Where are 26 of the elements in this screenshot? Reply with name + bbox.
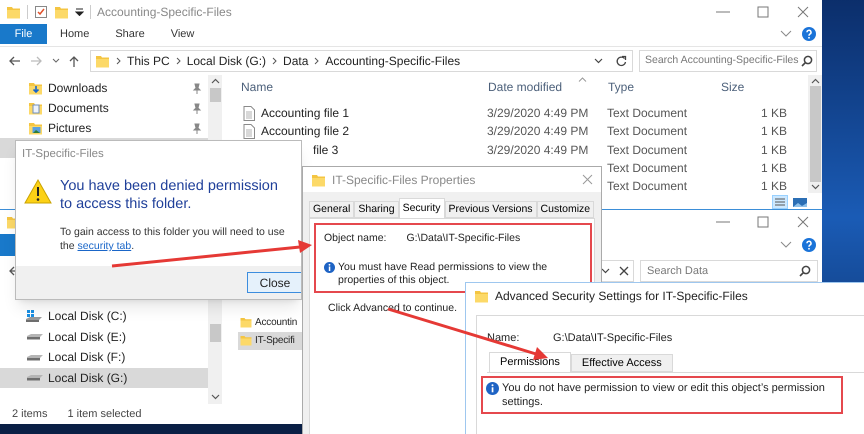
file-type: Text Document [607,179,688,194]
file-size: 1 KB [760,124,787,138]
file-type: Text Document [607,161,688,176]
file-size: 1 KB [760,179,787,194]
file-size: 1 KB [760,106,787,120]
status-text: 1 item selected [67,406,142,422]
file-type: Text Document [607,106,688,120]
status-text: 2 items [12,406,48,422]
file-size: 1 KB [760,142,787,157]
field-value: G:\Data\IT-Specific-Files [406,231,520,246]
file-type: Text Document [607,124,688,138]
info-message: You do not have permission to view or edit this object’s permission settings. [502,380,826,408]
dialog-title: Advanced Security Settings for IT-Specific-Files [495,288,748,305]
dialog-title: IT-Specific-Files [22,147,104,162]
dialog-title: IT-Specific-Files Properties [332,172,476,188]
file-date: 3/29/2020 4:49 PM [487,106,588,120]
file-size: 1 KB [760,161,787,176]
file-date: 3/29/2020 4:49 PM [487,124,588,138]
window-title: Accounting-Specific-Files [97,4,233,21]
info-message: You must have Read permissions to view the properties of this object. [338,260,548,287]
dialog-message: To gain access to this folder you will need to use the security tab. [60,225,286,253]
file-date: 3/29/2020 4:49 PM [487,142,588,157]
field-label: Object name: [324,231,386,246]
file-type: Text Document [607,142,688,157]
dialog-heading: You have been denied permission to access this folder. [60,177,279,213]
field-value: G:\Data\IT-Specific-Files [553,331,672,346]
